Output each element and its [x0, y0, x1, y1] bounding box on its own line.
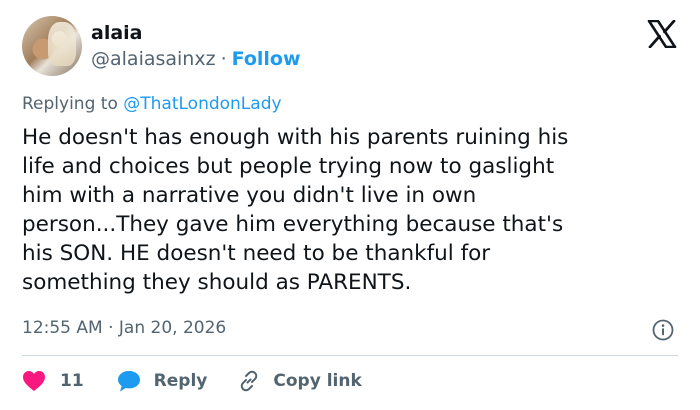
divider — [22, 355, 678, 356]
copy-link-label: Copy link — [273, 371, 362, 391]
separator-dot: · — [220, 48, 227, 70]
copy-link-button[interactable]: Copy link — [237, 369, 362, 393]
reply-label: Reply — [153, 371, 208, 391]
reply-context: Replying to @ThatLondonLady — [22, 94, 282, 114]
handle-row: @alaiasainxz · Follow — [91, 48, 301, 70]
action-bar: 11 Reply Copy link — [22, 366, 362, 396]
reply-prefix: Replying to — [22, 94, 124, 114]
reply-bubble-icon — [117, 371, 140, 392]
x-logo-icon[interactable] — [647, 20, 677, 48]
like-button[interactable]: 11 — [22, 370, 84, 392]
user-handle[interactable]: @alaiasainxz — [91, 48, 216, 70]
link-icon — [241, 370, 258, 392]
tweet-text: He doesn't has enough with his parents r… — [22, 125, 569, 295]
tweet-header: alaia @alaiasainxz · Follow — [22, 16, 682, 80]
tweet-timestamp[interactable]: 12:55 AM · Jan 20, 2026 — [22, 318, 226, 338]
display-name[interactable]: alaia — [91, 22, 143, 44]
reply-button[interactable]: Reply — [116, 369, 208, 393]
info-icon[interactable] — [652, 319, 674, 341]
avatar[interactable] — [22, 16, 82, 76]
follow-link[interactable]: Follow — [232, 48, 301, 70]
like-count: 11 — [60, 371, 84, 391]
tweet-embed: alaia @alaiasainxz · Follow Replying to @T… — [0, 0, 700, 410]
heart-icon — [23, 371, 45, 391]
reply-mention-link[interactable]: @ThatLondonLady — [123, 94, 281, 114]
